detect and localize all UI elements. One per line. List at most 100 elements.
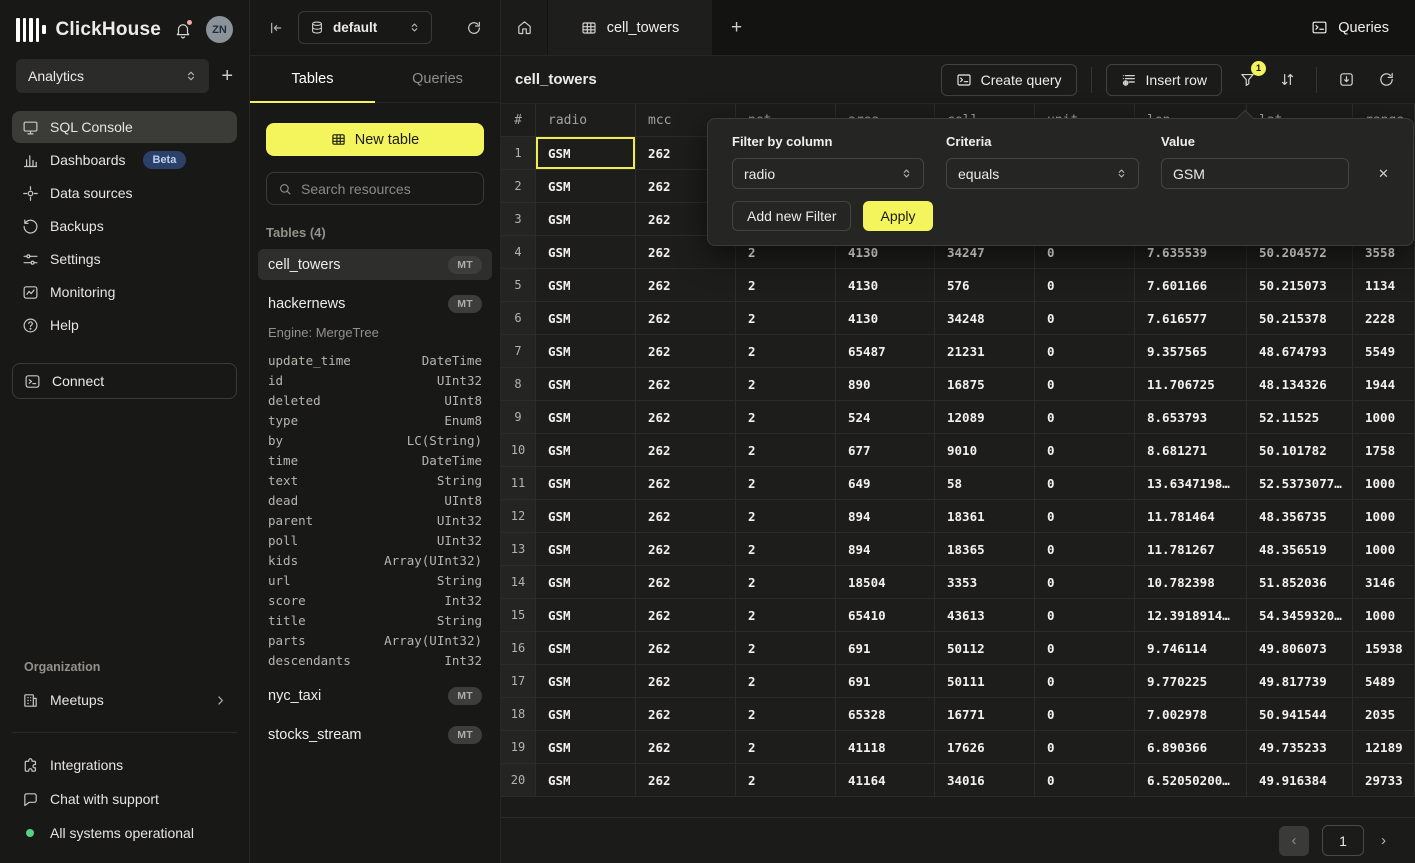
grid-cell[interactable]: 9.357565: [1135, 335, 1247, 368]
grid-cell[interactable]: 0: [1035, 368, 1135, 401]
tab-tables[interactable]: Tables: [250, 56, 375, 102]
grid-cell[interactable]: 9.746114: [1135, 632, 1247, 665]
grid-cell[interactable]: 1000: [1353, 467, 1415, 500]
grid-cell[interactable]: GSM: [536, 335, 636, 368]
grid-cell[interactable]: 262: [636, 401, 736, 434]
grid-cell[interactable]: 48.356735: [1247, 500, 1353, 533]
grid-cell[interactable]: GSM: [536, 302, 636, 335]
table-item-nyc-taxi[interactable]: nyc_taxi MT: [258, 680, 492, 711]
grid-cell[interactable]: 262: [636, 533, 736, 566]
grid-cell[interactable]: 17626: [935, 731, 1035, 764]
grid-cell[interactable]: 1944: [1353, 368, 1415, 401]
grid-cell[interactable]: 50.215378: [1247, 302, 1353, 335]
filter-value-input[interactable]: [1161, 158, 1349, 189]
grid-cell[interactable]: 262: [636, 599, 736, 632]
filter-column-select[interactable]: radio: [732, 158, 924, 189]
grid-cell[interactable]: 41164: [836, 764, 935, 797]
new-table-button[interactable]: New table: [266, 123, 484, 156]
grid-cell[interactable]: 0: [1035, 533, 1135, 566]
grid-cell[interactable]: 58: [935, 467, 1035, 500]
grid-cell[interactable]: 11.706725: [1135, 368, 1247, 401]
grid-cell[interactable]: 6.890366: [1135, 731, 1247, 764]
grid-cell[interactable]: 890: [836, 368, 935, 401]
grid-cell[interactable]: 11.781464: [1135, 500, 1247, 533]
grid-cell[interactable]: 0: [1035, 434, 1135, 467]
sidebar-item-system-status[interactable]: All systems operational: [12, 817, 237, 849]
table-item-stocks-stream[interactable]: stocks_stream MT: [258, 719, 492, 750]
grid-cell[interactable]: GSM: [536, 566, 636, 599]
grid-cell[interactable]: 5489: [1353, 665, 1415, 698]
grid-cell[interactable]: 18365: [935, 533, 1035, 566]
grid-cell[interactable]: GSM: [536, 401, 636, 434]
grid-cell[interactable]: 16771: [935, 698, 1035, 731]
grid-cell[interactable]: 2: [736, 599, 836, 632]
sidebar-item-chat-support[interactable]: Chat with support: [12, 783, 237, 815]
grid-cell[interactable]: 0: [1035, 335, 1135, 368]
sidebar-item-integrations[interactable]: Integrations: [12, 749, 237, 781]
grid-cell[interactable]: 2228: [1353, 302, 1415, 335]
grid-cell[interactable]: 0: [1035, 698, 1135, 731]
grid-cell[interactable]: 0: [1035, 269, 1135, 302]
grid-cell[interactable]: 9010: [935, 434, 1035, 467]
grid-cell[interactable]: 15938: [1353, 632, 1415, 665]
grid-cell[interactable]: GSM: [536, 137, 636, 170]
grid-cell[interactable]: 51.852036: [1247, 566, 1353, 599]
grid-cell[interactable]: 677: [836, 434, 935, 467]
grid-cell[interactable]: GSM: [536, 203, 636, 236]
connect-button[interactable]: Connect: [12, 363, 237, 399]
insert-row-button[interactable]: Insert row: [1106, 64, 1222, 96]
grid-cell[interactable]: 65487: [836, 335, 935, 368]
tab-cell-towers[interactable]: cell_towers: [548, 0, 712, 55]
grid-cell[interactable]: 4130: [836, 302, 935, 335]
database-select[interactable]: default: [298, 11, 432, 44]
grid-cell[interactable]: 9.770225: [1135, 665, 1247, 698]
grid-cell[interactable]: GSM: [536, 698, 636, 731]
home-button[interactable]: [501, 0, 548, 55]
grid-cell[interactable]: GSM: [536, 269, 636, 302]
grid-cell[interactable]: 0: [1035, 665, 1135, 698]
grid-cell[interactable]: 0: [1035, 599, 1135, 632]
column-header-index[interactable]: #: [501, 104, 536, 137]
grid-cell[interactable]: 12.3918914…: [1135, 599, 1247, 632]
grid-cell[interactable]: 262: [636, 665, 736, 698]
grid-cell[interactable]: 6.52050200…: [1135, 764, 1247, 797]
add-new-filter-button[interactable]: Add new Filter: [732, 201, 851, 231]
sidebar-item-dashboards[interactable]: Dashboards Beta: [12, 144, 237, 176]
grid-cell[interactable]: 2: [736, 764, 836, 797]
grid-cell[interactable]: 2: [736, 533, 836, 566]
grid-cell[interactable]: 49.735233: [1247, 731, 1353, 764]
grid-cell[interactable]: 1000: [1353, 500, 1415, 533]
grid-cell[interactable]: GSM: [536, 599, 636, 632]
sidebar-item-sql-console[interactable]: SQL Console: [12, 111, 237, 143]
grid-cell[interactable]: 894: [836, 533, 935, 566]
grid-cell[interactable]: 894: [836, 500, 935, 533]
avatar[interactable]: ZN: [206, 16, 233, 43]
grid-cell[interactable]: 0: [1035, 764, 1135, 797]
grid-cell[interactable]: 7.616577: [1135, 302, 1247, 335]
grid-cell[interactable]: 18361: [935, 500, 1035, 533]
grid-cell[interactable]: 691: [836, 632, 935, 665]
grid-cell[interactable]: 50111: [935, 665, 1035, 698]
next-page-button[interactable]: ›: [1377, 828, 1390, 853]
column-header-radio[interactable]: radio: [536, 104, 636, 137]
grid-cell[interactable]: 48.674793: [1247, 335, 1353, 368]
grid-cell[interactable]: 649: [836, 467, 935, 500]
grid-cell[interactable]: 2: [736, 566, 836, 599]
grid-cell[interactable]: 262: [636, 632, 736, 665]
table-item-hackernews[interactable]: hackernews MT: [258, 288, 492, 319]
grid-cell[interactable]: 11.781267: [1135, 533, 1247, 566]
prev-page-button[interactable]: ‹: [1279, 826, 1309, 856]
grid-cell[interactable]: 43613: [935, 599, 1035, 632]
grid-cell[interactable]: 4130: [836, 269, 935, 302]
grid-cell[interactable]: 1000: [1353, 533, 1415, 566]
grid-cell[interactable]: 2: [736, 698, 836, 731]
grid-cell[interactable]: 2: [736, 731, 836, 764]
grid-cell[interactable]: 524: [836, 401, 935, 434]
grid-cell[interactable]: 50112: [935, 632, 1035, 665]
sidebar-item-meetups[interactable]: Meetups: [12, 684, 237, 716]
sidebar-item-monitoring[interactable]: Monitoring: [12, 276, 237, 308]
grid-cell[interactable]: 2: [736, 500, 836, 533]
grid-cell[interactable]: 41118: [836, 731, 935, 764]
sidebar-item-help[interactable]: Help: [12, 309, 237, 341]
grid-cell[interactable]: 1134: [1353, 269, 1415, 302]
